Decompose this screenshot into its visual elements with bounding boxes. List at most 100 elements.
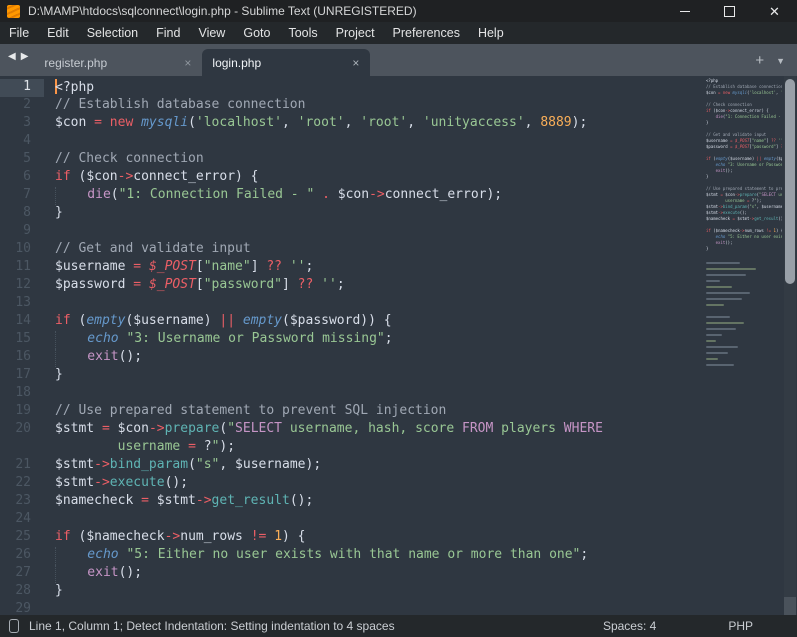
code-line[interactable]: if ($con->connect_error) {: [44, 169, 704, 187]
code-token: ->: [117, 169, 134, 184]
code-line[interactable]: }: [44, 205, 704, 223]
code-line[interactable]: exit();: [44, 349, 704, 367]
code-line[interactable]: $password = $_POST["password"] ?? '';: [44, 277, 704, 295]
vintage-mode-icon[interactable]: [9, 619, 19, 633]
code-line[interactable]: [44, 295, 704, 313]
line-number: 4: [23, 133, 31, 148]
tab-overflow-icon[interactable]: ▼: [776, 56, 785, 66]
code-line[interactable]: echo "5: Either no user exists with that…: [44, 547, 704, 565]
code-token: bind_param: [109, 457, 189, 472]
code-token: WHERE: [563, 421, 603, 436]
code-token: ();: [118, 349, 143, 364]
code-token: );: [305, 457, 322, 472]
code-token: }: [55, 583, 63, 598]
tab-close-icon[interactable]: ×: [349, 56, 362, 70]
code-token: $_POST: [148, 277, 196, 292]
code-line[interactable]: if ($namecheck->num_rows != 1) {: [44, 529, 704, 547]
line-number: 21: [15, 457, 31, 472]
code-line[interactable]: echo "3: Username or Password missing";: [44, 331, 704, 349]
nav-back-icon[interactable]: ◀: [8, 51, 16, 62]
menu-item-view[interactable]: View: [189, 22, 234, 44]
close-button[interactable]: ✕: [752, 0, 797, 22]
menu-item-help[interactable]: Help: [469, 22, 513, 44]
code-token: "password": [751, 144, 776, 149]
code-line[interactable]: $namecheck = $stmt->get_result();: [44, 493, 704, 511]
code-token: // Use prepared statement to prevent SQL…: [706, 186, 782, 191]
code-token: ();: [289, 493, 314, 508]
code-token: }: [706, 246, 709, 251]
code-token: "5: Either no user exists with that name…: [126, 547, 581, 562]
code-token: ): [203, 313, 220, 328]
indentation-status[interactable]: Spaces: 4: [603, 619, 656, 633]
new-tab-icon[interactable]: +: [755, 53, 764, 68]
code-line[interactable]: }: [44, 367, 704, 385]
menu-item-goto[interactable]: Goto: [234, 22, 279, 44]
code-line[interactable]: [44, 133, 704, 151]
code-token: '': [778, 138, 782, 143]
code-line[interactable]: username = ?");: [44, 439, 704, 457]
code-token: [: [195, 277, 204, 292]
code-token: '': [289, 259, 306, 274]
code-line: $con = new mysqli('localhost', 'root', '…: [704, 90, 782, 96]
maximize-button[interactable]: [707, 0, 752, 22]
code-line[interactable]: exit();: [44, 565, 704, 583]
menu-item-edit[interactable]: Edit: [38, 22, 78, 44]
code-token: [: [195, 259, 204, 274]
menu-item-selection[interactable]: Selection: [78, 22, 147, 44]
syntax-status[interactable]: PHP: [728, 619, 753, 633]
code-token: "1: Connection Failed - ": [725, 114, 782, 119]
code-line[interactable]: [44, 223, 704, 241]
editor-pane[interactable]: 1 2 3 4 5 6 7 8 9 10 11 12 13 14 15 16 17 18 19 20 21 22 23 24 2…: [0, 76, 797, 615]
code-token: echo: [715, 162, 726, 167]
code-token: ,: [282, 115, 298, 130]
minimap[interactable]: <?php// Establish database connection $co…: [704, 78, 782, 615]
code-line[interactable]: // Get and validate input: [44, 241, 704, 259]
tab-close-icon[interactable]: ×: [181, 56, 194, 70]
code-token: (: [110, 187, 119, 202]
menu-item-project[interactable]: Project: [327, 22, 384, 44]
code-line[interactable]: [44, 511, 704, 529]
code-token: echo: [87, 331, 119, 346]
code-token: "5: Either no user exists with that name…: [727, 234, 782, 239]
code-area[interactable]: <?php// Establish database connection $co…: [44, 79, 704, 615]
code-line[interactable]: [44, 601, 704, 615]
code-token: $con: [706, 90, 719, 95]
tab-register.php[interactable]: register.php ×: [34, 49, 202, 76]
code-line[interactable]: die("1: Connection Failed - " . $con->co…: [44, 187, 704, 205]
minimize-button[interactable]: [662, 0, 707, 22]
code-line[interactable]: $con = new mysqli('localhost', 'root', '…: [44, 115, 704, 133]
code-token: $username: [133, 313, 204, 328]
code-line[interactable]: // Use prepared statement to prevent SQL…: [44, 403, 704, 421]
code-line[interactable]: $stmt->bind_param("s", $username);: [44, 457, 704, 475]
code-line[interactable]: $username = $_POST["name"] ?? '';: [44, 259, 704, 277]
menu-item-tools[interactable]: Tools: [279, 22, 326, 44]
code-token: "s": [195, 457, 220, 472]
minimap-overflow-line: [706, 304, 724, 306]
code-area[interactable]: <?php// Establish database connection $co…: [704, 78, 782, 258]
nav-forward-icon[interactable]: ▶: [21, 51, 29, 62]
code-token: // Get and validate input: [55, 241, 251, 256]
sublime-text-window: D:\MAMP\htdocs\sqlconnect\login.php - Su…: [0, 0, 797, 637]
code-line[interactable]: [44, 385, 704, 403]
code-line[interactable]: $stmt->execute();: [44, 475, 704, 493]
code-token: execute: [722, 210, 740, 215]
tab-login.php[interactable]: login.php ×: [202, 49, 371, 76]
code-line[interactable]: if (empty($username) || empty($password)…: [44, 313, 704, 331]
code-line[interactable]: // Check connection: [44, 151, 704, 169]
vertical-scrollbar[interactable]: [784, 76, 796, 615]
code-token: ;: [384, 331, 393, 346]
menu-item-preferences[interactable]: Preferences: [384, 22, 469, 44]
scrollbar-thumb[interactable]: [785, 79, 795, 284]
menu-item-find[interactable]: Find: [147, 22, 189, 44]
code-line[interactable]: $stmt = $con->prepare("SELECT username, …: [44, 421, 704, 439]
code-line[interactable]: // Establish database connection: [44, 97, 704, 115]
code-token: $stmt: [156, 493, 196, 508]
code-token: (: [188, 457, 196, 472]
code-line[interactable]: <?php: [44, 79, 704, 97]
code-line[interactable]: }: [44, 583, 704, 601]
